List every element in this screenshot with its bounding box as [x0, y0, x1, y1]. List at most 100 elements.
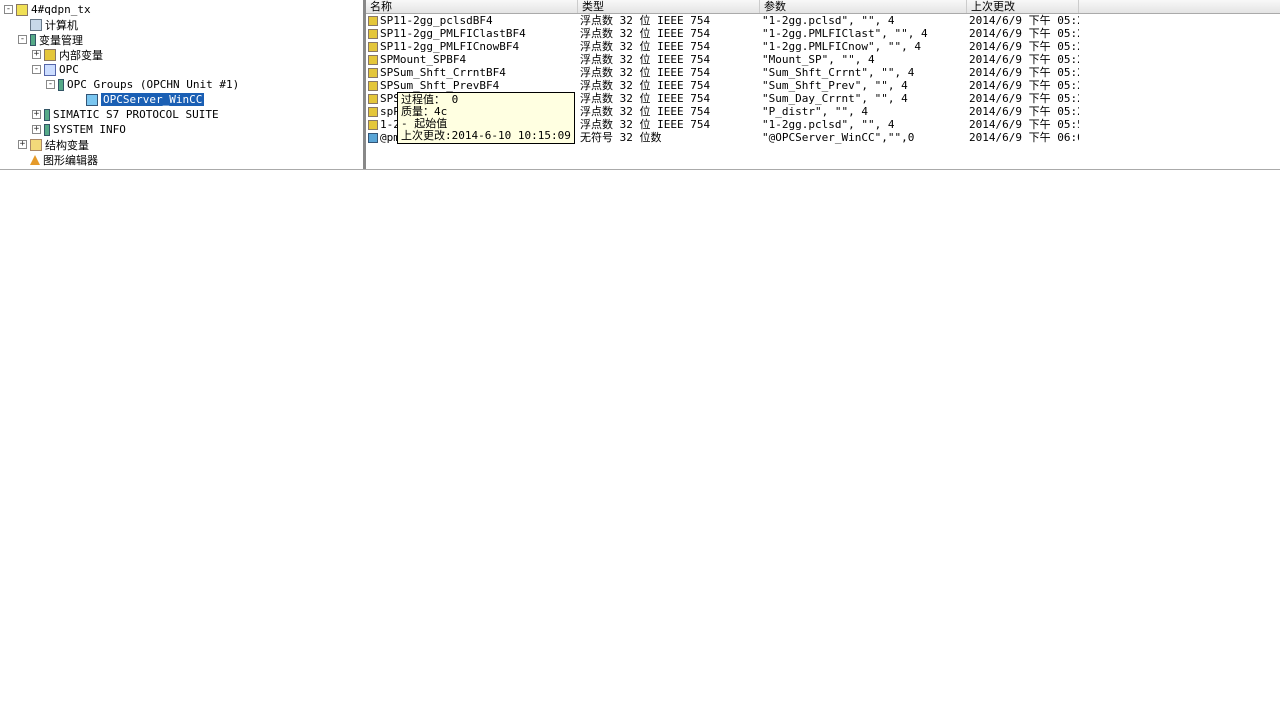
tag-icon: [368, 120, 378, 130]
cell-type: 浮点数 32 位 IEEE 754: [578, 27, 760, 40]
comp-icon: [30, 19, 42, 31]
tag-icon: [368, 133, 378, 143]
tree-item[interactable]: 计算机: [0, 17, 363, 32]
cell-time: 2014/6/9 下午 05:28:18: [967, 105, 1079, 118]
variable-tooltip: 过程值： 0 质量：4c - 起始值 上次更改:2014-6-10 10:15:…: [397, 92, 575, 144]
cell-type: 无符号 32 位数: [578, 131, 760, 144]
tag-icon: [368, 107, 378, 117]
col-header-time[interactable]: 上次更改: [967, 0, 1079, 13]
list-header: 名称 类型 参数 上次更改: [366, 0, 1280, 14]
table-row[interactable]: SP11-2gg_PMLFICnowBF4 浮点数 32 位 IEEE 754"1…: [366, 40, 1280, 53]
cell-param: "Sum_Shft_Prev", "", 4: [760, 79, 967, 92]
ibar-icon: [44, 109, 50, 121]
cell-type: 浮点数 32 位 IEEE 754: [578, 14, 760, 27]
cell-type: 浮点数 32 位 IEEE 754: [578, 92, 760, 105]
collapse-icon[interactable]: -: [18, 35, 27, 44]
cell-name: SP11-2gg_PMLFIClastBF4: [380, 27, 526, 40]
cell-type: 浮点数 32 位 IEEE 754: [578, 105, 760, 118]
cell-time: 2014/6/9 下午 05:25:55: [967, 66, 1079, 79]
tree-item[interactable]: - 4#qdpn_tx: [0, 2, 363, 17]
tree-item[interactable]: + 结构变量: [0, 137, 363, 152]
cell-type: 浮点数 32 位 IEEE 754: [578, 40, 760, 53]
cell-type: 浮点数 32 位 IEEE 754: [578, 79, 760, 92]
tag-icon: [368, 29, 378, 39]
expand-icon[interactable]: +: [32, 125, 41, 134]
tree-item[interactable]: + 内部变量: [0, 47, 363, 62]
tree-label: 计算机: [45, 17, 78, 33]
table-row[interactable]: SPSum_Shft_PrevBF4 浮点数 32 位 IEEE 754"Sum_…: [366, 79, 1280, 92]
ibar-icon: [44, 124, 50, 136]
tag-icon: [368, 81, 378, 91]
tree-label: 结构变量: [45, 137, 89, 153]
tree-item[interactable]: - OPC Groups (OPCHN Unit #1): [0, 77, 363, 92]
tree-label: 变量管理: [39, 32, 83, 48]
spacer: [74, 95, 83, 104]
tree-item[interactable]: OPCServer_WinCC: [0, 92, 363, 107]
table-row[interactable]: SP11-2gg_pclsdBF4 浮点数 32 位 IEEE 754"1-2gg…: [366, 14, 1280, 27]
cell-name: SPSum_Shft_PrevBF4: [380, 79, 499, 92]
expand-icon[interactable]: +: [32, 110, 41, 119]
tree-label: 4#qdpn_tx: [31, 3, 91, 16]
cell-time: 2014/6/9 下午 06:05:14: [967, 131, 1079, 144]
tag-icon: [368, 16, 378, 26]
tree-label: 内部变量: [59, 47, 103, 63]
table-row[interactable]: SPSum_Shft_CrrntBF4浮点数 32 位 IEEE 754"Sum…: [366, 66, 1280, 79]
cell-param: "@OPCServer_WinCC","",0: [760, 131, 967, 144]
table-row[interactable]: SPMount_SPBF4浮点数 32 位 IEEE 754"Mount_SP"…: [366, 53, 1280, 66]
tree-label: 图形编辑器: [43, 152, 98, 168]
tree-label: OPC Groups (OPCHN Unit #1): [67, 78, 239, 91]
cell-param: "P_distr", "", 4: [760, 105, 967, 118]
spacer: [18, 155, 27, 164]
opc-icon: [44, 64, 56, 76]
expand-icon[interactable]: +: [18, 140, 27, 149]
tree-label: OPC: [59, 63, 79, 76]
cell-time: 2014/6/9 下午 05:24:25: [967, 27, 1079, 40]
tag-icon: [368, 42, 378, 52]
collapse-icon[interactable]: -: [46, 80, 55, 89]
cell-param: "Mount_SP", "", 4: [760, 53, 967, 66]
tree-root: -4#qdpn_tx计算机-变量管理+内部变量-OPC-OPC Groups (…: [0, 0, 363, 167]
db-icon: [16, 4, 28, 16]
cell-type: 浮点数 32 位 IEEE 754: [578, 53, 760, 66]
expand-icon[interactable]: +: [32, 50, 41, 59]
main-split: -4#qdpn_tx计算机-变量管理+内部变量-OPC-OPC Groups (…: [0, 0, 1280, 170]
cell-type: 浮点数 32 位 IEEE 754: [578, 118, 760, 131]
tooltip-line: 上次更改:2014-6-10 10:15:09: [401, 130, 571, 142]
col-header-param[interactable]: 参数: [760, 0, 967, 13]
gold-icon: [44, 49, 56, 61]
cell-time: 2014/6/9 下午 05:26:40: [967, 92, 1079, 105]
cell-time: 2014/6/9 下午 05:26:03: [967, 79, 1079, 92]
cell-time: 2014/6/9 下午 05:24:37: [967, 40, 1079, 53]
cell-time: 2014/6/9 下午 05:25:29: [967, 53, 1079, 66]
cell-param: "Sum_Day_Crrnt", "", 4: [760, 92, 967, 105]
cell-name: SP11-2gg_pclsdBF4: [380, 14, 493, 27]
cell-name: SP11-2gg_PMLFICnowBF4: [380, 40, 519, 53]
spacer: [18, 20, 27, 29]
cell-param: "1-2gg.PMLFIClast", "", 4: [760, 27, 967, 40]
tree-item[interactable]: +SYSTEM INFO: [0, 122, 363, 137]
table-row[interactable]: SP11-2gg_PMLFIClastBF4 浮点数 32 位 IEEE 754"…: [366, 27, 1280, 40]
cell-time: 2014/6/9 下午 05:50:52: [967, 118, 1079, 131]
tree-item[interactable]: - 变量管理: [0, 32, 363, 47]
tree-label: OPCServer_WinCC: [101, 93, 204, 106]
cell-param: "1-2gg.PMLFICnow", "", 4: [760, 40, 967, 53]
tag-icon: [368, 94, 378, 104]
tri-icon: [30, 155, 40, 165]
cell-param: "Sum_Shft_Crrnt", "", 4: [760, 66, 967, 79]
cell-time: 2014/6/9 下午 05:24:00: [967, 14, 1079, 27]
tree-item[interactable]: + SIMATIC S7 PROTOCOL SUITE: [0, 107, 363, 122]
list-panel: 名称 类型 参数 上次更改 SP11-2gg_pclsdBF4 浮点数 32 位 …: [365, 0, 1280, 169]
tree-item[interactable]: 图形编辑器: [0, 152, 363, 167]
collapse-icon[interactable]: -: [4, 5, 13, 14]
tree-item[interactable]: - OPC: [0, 62, 363, 77]
col-header-type[interactable]: 类型: [578, 0, 760, 13]
tree-label: SIMATIC S7 PROTOCOL SUITE: [53, 108, 219, 121]
collapse-icon[interactable]: -: [32, 65, 41, 74]
tag-icon: [368, 68, 378, 78]
tag-icon: [368, 55, 378, 65]
cell-param: "1-2gg.pclsd", "", 4: [760, 14, 967, 27]
col-header-name[interactable]: 名称: [366, 0, 578, 13]
leaf-icon: [86, 94, 98, 106]
cell-type: 浮点数 32 位 IEEE 754: [578, 66, 760, 79]
cell-param: "1-2gg.pclsd", "", 4: [760, 118, 967, 131]
